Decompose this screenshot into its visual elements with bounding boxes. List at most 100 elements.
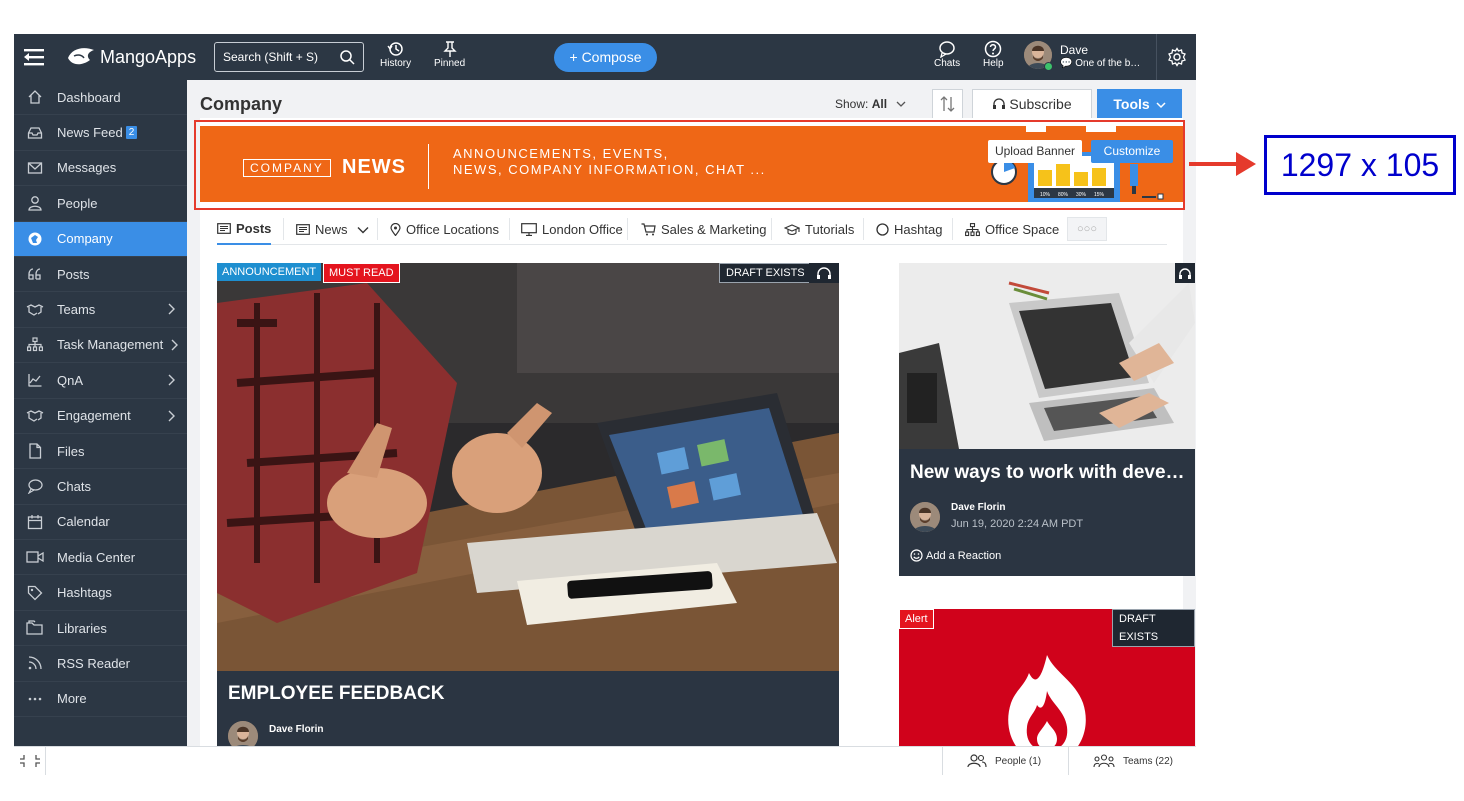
quote-icon [26, 265, 44, 283]
footer-people-button[interactable]: People (1) [942, 747, 1068, 775]
sidebar-item-news-feed[interactable]: News Feed 2 [14, 115, 187, 151]
tab-label: Office Space [985, 222, 1060, 237]
must-read-tag: MUST READ [323, 263, 400, 283]
tools-dropdown-button[interactable]: Tools [1097, 89, 1182, 119]
cart-icon [641, 223, 656, 236]
file-icon [26, 442, 44, 460]
sidebar-item-files[interactable]: Files [14, 434, 187, 470]
pinned-button[interactable]: Pinned [434, 40, 465, 69]
news-feed-count-badge: 2 [125, 126, 138, 140]
sidebar-item-qna[interactable]: QnA [14, 363, 187, 399]
collapse-button[interactable] [14, 747, 46, 775]
post-card-new-ways[interactable]: New ways to work with deve… Dave Florin … [899, 263, 1195, 576]
banner-dimensions-label: 1297 x 105 [1264, 135, 1456, 195]
headphones-icon [993, 98, 1006, 109]
news-icon [296, 224, 310, 235]
sidebar: Dashboard News Feed 2 Messages People Co… [14, 80, 187, 774]
sidebar-item-people[interactable]: People [14, 186, 187, 222]
post-author[interactable]: Dave Florin [951, 502, 1005, 513]
alert-tag: Alert [899, 609, 934, 629]
footer-bar: People (1) Teams (22) [14, 746, 1196, 775]
circle-icon [876, 223, 889, 236]
tab-separator [627, 218, 628, 240]
home-icon [26, 88, 44, 106]
chevron-right-icon [168, 303, 175, 315]
handshake-icon [26, 407, 44, 425]
listen-button[interactable] [1175, 263, 1195, 283]
sidebar-item-label: Company [57, 231, 113, 247]
tab-more-button[interactable]: ○○○ [1067, 217, 1107, 241]
tab-office-space[interactable]: Office Space [965, 214, 1059, 245]
subscribe-button[interactable]: Subscribe [972, 89, 1092, 119]
sidebar-item-teams[interactable]: Teams [14, 292, 187, 328]
user-name: Dave [1060, 43, 1089, 57]
mangoapps-logo[interactable]: MangoApps [66, 46, 196, 68]
sidebar-item-calendar[interactable]: Calendar [14, 505, 187, 541]
draft-exists-badge: DRAFT EXISTS [1112, 609, 1195, 647]
tab-news[interactable]: News [296, 214, 369, 245]
handshake-icon [26, 301, 44, 319]
post-author[interactable]: Dave Florin [269, 724, 323, 735]
chats-label: Chats [934, 58, 961, 69]
chevron-right-icon [171, 339, 178, 351]
sidebar-item-task-management[interactable]: Task Management [14, 328, 187, 364]
draft-exists-badge: DRAFT EXISTS [719, 263, 812, 283]
page-title: Company [200, 94, 283, 114]
inbox-icon [26, 124, 44, 142]
chevron-right-icon [168, 374, 175, 386]
person-icon [26, 194, 44, 212]
help-button[interactable]: Help [983, 40, 1004, 69]
add-reaction-button[interactable]: Add a Reaction [910, 549, 1001, 562]
sidebar-item-rss-reader[interactable]: RSS Reader [14, 646, 187, 682]
compose-button[interactable]: + Compose [554, 43, 657, 72]
sidebar-item-hashtags[interactable]: Hashtags [14, 575, 187, 611]
banner-highlight-frame [194, 120, 1185, 210]
tab-london-office[interactable]: London Office [521, 214, 623, 245]
chevron-down-icon [1156, 102, 1166, 109]
tab-sales-marketing[interactable]: Sales & Marketing [641, 214, 767, 245]
sidebar-item-messages[interactable]: Messages [14, 151, 187, 187]
hamburger-menu-icon[interactable] [24, 48, 46, 66]
settings-button[interactable] [1156, 34, 1196, 80]
listen-button[interactable] [809, 263, 839, 283]
tab-posts[interactable]: Posts [217, 214, 272, 245]
annotation-arrow-head [1236, 152, 1256, 176]
history-button[interactable]: History [380, 40, 411, 69]
mango-logo-icon [68, 48, 94, 65]
sidebar-item-label: More [57, 691, 87, 707]
sidebar-item-label: Media Center [57, 549, 136, 565]
sidebar-item-posts[interactable]: Posts [14, 257, 187, 293]
company-icon [26, 230, 44, 248]
sidebar-item-label: Hashtags [57, 585, 112, 601]
chats-button[interactable]: Chats [934, 40, 960, 69]
sidebar-item-label: Calendar [57, 514, 110, 530]
sidebar-item-company[interactable]: Company [14, 221, 187, 257]
sidebar-item-chats[interactable]: Chats [14, 469, 187, 505]
user-status: 💬 One of the b… [1060, 58, 1141, 69]
sidebar-item-media-center[interactable]: Media Center [14, 540, 187, 576]
tab-separator [771, 218, 772, 240]
author-avatar [910, 502, 940, 532]
tab-label: London Office [542, 222, 623, 237]
sidebar-item-label: QnA [57, 372, 84, 388]
show-filter-dropdown[interactable]: Show: All [835, 97, 906, 111]
sort-button[interactable] [932, 89, 963, 119]
posts-icon [217, 223, 231, 234]
footer-teams-button[interactable]: Teams (22) [1068, 747, 1196, 775]
mail-icon [26, 159, 44, 177]
chevron-down-icon [896, 101, 906, 107]
tab-office-locations[interactable]: Office Locations [390, 214, 499, 245]
tools-label: Tools [1113, 96, 1150, 112]
sidebar-item-libraries[interactable]: Libraries [14, 611, 187, 647]
content-area: COMPANY NEWS ANNOUNCEMENTS, EVENTS, NEWS… [194, 118, 1195, 774]
sidebar-item-more[interactable]: More [14, 682, 187, 718]
announcement-tag: ANNOUNCEMENT [217, 263, 322, 281]
sidebar-item-dashboard[interactable]: Dashboard [14, 80, 187, 116]
teams-icon [1093, 754, 1115, 768]
tab-tutorials[interactable]: Tutorials [784, 214, 854, 245]
post-card-employee-feedback[interactable]: ANNOUNCEMENT MUST READ DRAFT EXISTS EMPL… [217, 263, 839, 774]
sidebar-item-label: Dashboard [57, 89, 121, 105]
search-input[interactable]: Search (Shift + S) [214, 42, 364, 72]
sidebar-item-engagement[interactable]: Engagement [14, 399, 187, 434]
tab-hashtag[interactable]: Hashtag [876, 214, 942, 245]
